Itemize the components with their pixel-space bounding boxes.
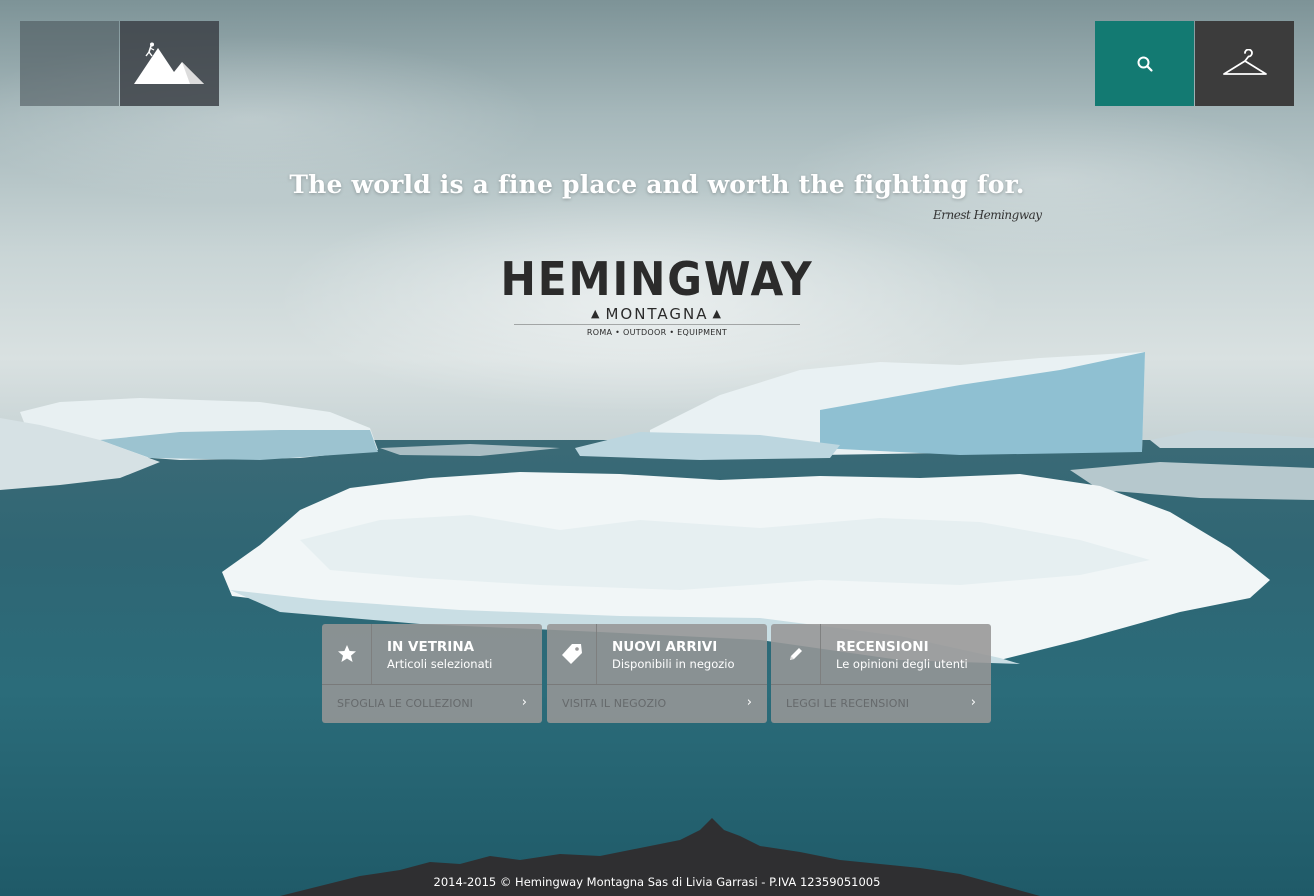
hero-quote: The world is a fine place and worth the … — [289, 170, 1025, 199]
card-icon-box — [771, 624, 821, 684]
tree-icon: ▲ — [590, 307, 602, 320]
card-desc: Disponibili in negozio — [612, 657, 735, 671]
footer-copyright: 2014-2015 © Hemingway Montagna Sas di Li… — [433, 875, 881, 889]
home-logo-button[interactable] — [120, 21, 219, 106]
cart-button[interactable] — [1195, 21, 1294, 106]
card-nuovi-arrivi[interactable]: NUOVI ARRIVI Disponibili in negozio VISI… — [547, 624, 767, 723]
chevron-right-icon: › — [970, 695, 976, 710]
star-icon — [337, 645, 356, 662]
card-title: NUOVI ARRIVI — [612, 639, 718, 655]
hanger-icon — [1222, 48, 1267, 75]
card-desc: Le opinioni degli utenti — [836, 657, 968, 671]
card-icon-box — [322, 624, 372, 684]
chevron-right-icon: › — [521, 695, 527, 710]
card-link[interactable]: VISITA IL NEGOZIO — [562, 697, 666, 710]
card-title: RECENSIONI — [836, 639, 929, 655]
brand-logo: HEMINGWAY ▲ MONTAGNA ▲ ROMA • OUTDOOR • … — [457, 252, 857, 337]
card-link[interactable]: LEGGI LE RECENSIONI — [786, 697, 909, 710]
card-link[interactable]: SFOGLIA LE COLLEZIONI — [337, 697, 473, 710]
card-desc: Articoli selezionati — [387, 657, 493, 671]
brand-tagline: ROMA • OUTDOOR • EQUIPMENT — [586, 328, 728, 337]
card-recensioni[interactable]: RECENSIONI Le opinioni degli utenti LEGG… — [771, 624, 991, 723]
header-blank-tile — [20, 21, 119, 106]
tree-icon: ▲ — [712, 307, 723, 320]
card-header: RECENSIONI Le opinioni degli utenti — [771, 624, 991, 685]
signature: Ernest Hemingway — [933, 208, 1042, 222]
card-title: IN VETRINA — [387, 639, 475, 655]
card-icon-box — [547, 624, 597, 684]
brand-name: HEMINGWAY — [500, 252, 814, 306]
brand-sub-row: ▲ MONTAGNA ▲ — [457, 306, 857, 322]
pencil-icon — [789, 648, 802, 660]
background-scene — [0, 0, 1314, 896]
search-icon — [1137, 56, 1153, 72]
card-in-vetrina[interactable]: IN VETRINA Articoli selezionati SFOGLIA … — [322, 624, 542, 723]
card-header: IN VETRINA Articoli selezionati — [322, 624, 542, 685]
search-button[interactable] — [1095, 21, 1194, 106]
brand-sub: MONTAGNA — [605, 305, 709, 323]
tag-icon — [561, 644, 582, 664]
chevron-right-icon: › — [746, 695, 752, 710]
icebergs — [0, 352, 1314, 664]
brand-divider — [514, 324, 800, 325]
mountain-climber-icon — [133, 42, 204, 84]
card-header: NUOVI ARRIVI Disponibili in negozio — [547, 624, 767, 685]
